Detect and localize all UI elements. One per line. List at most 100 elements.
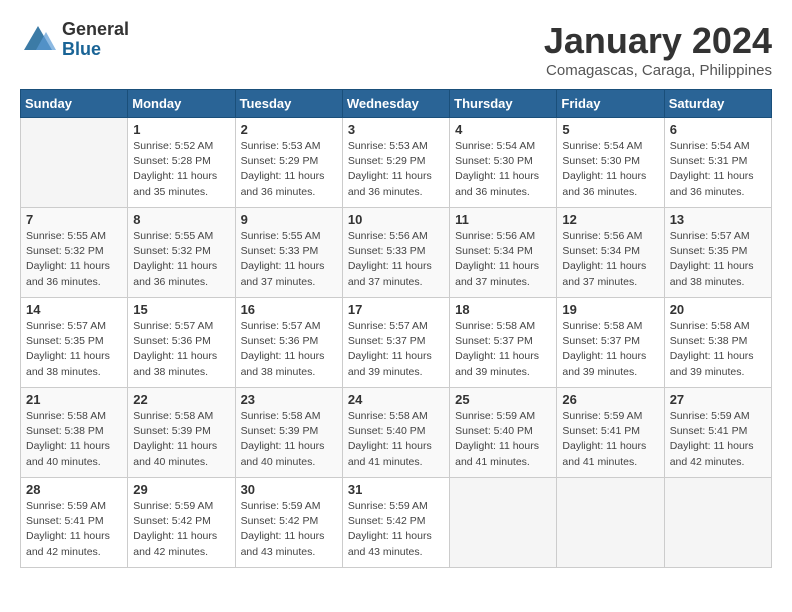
calendar-cell: 7Sunrise: 5:55 AM Sunset: 5:32 PM Daylig… [21,208,128,298]
day-number: 22 [133,392,229,407]
day-number: 28 [26,482,122,497]
day-info: Sunrise: 5:57 AM Sunset: 5:36 PM Dayligh… [133,319,229,380]
day-info: Sunrise: 5:56 AM Sunset: 5:34 PM Dayligh… [562,229,658,290]
logo-general-text: General [62,20,129,40]
weekday-header: Friday [557,90,664,118]
calendar-week-row: 14 Sunrise: 5:57 AM Sunset: 5:35 PM Dayli… [21,298,772,388]
day-number: 21 [26,392,122,407]
subtitle: Comagascas, Caraga, Philippines [544,62,772,79]
day-number: 24 [348,392,444,407]
calendar-cell: 8 Sunrise: 5:55 AM Sunset: 5:32 PM Daylig… [128,208,235,298]
calendar-cell: 9 Sunrise: 5:55 AM Sunset: 5:33 PM Daylig… [235,208,342,298]
day-info: Sunrise: 5:54 AM Sunset: 5:30 PM Dayligh… [455,139,551,200]
calendar-cell: 14 Sunrise: 5:57 AM Sunset: 5:35 PM Dayli… [21,298,128,388]
day-number: 10 [348,212,444,227]
calendar-cell: 28 Sunrise: 5:59 AM Sunset: 5:41 PM Dayli… [21,478,128,568]
weekday-header: Tuesday [235,90,342,118]
calendar-cell [557,478,664,568]
day-info: Sunrise: 5:59 AM Sunset: 5:41 PM Dayligh… [670,409,766,470]
weekday-header: Saturday [664,90,771,118]
day-number: 23 [241,392,337,407]
day-info: Sunrise: 5:57 AM Sunset: 5:35 PM Dayligh… [670,229,766,290]
calendar-cell: 6 Sunrise: 5:54 AM Sunset: 5:31 PM Daylig… [664,118,771,208]
day-info: Sunrise: 5:54 AM Sunset: 5:30 PM Dayligh… [562,139,658,200]
calendar-cell [450,478,557,568]
calendar-cell [664,478,771,568]
day-number: 15 [133,302,229,317]
calendar-cell: 2 Sunrise: 5:53 AM Sunset: 5:29 PM Daylig… [235,118,342,208]
day-info: Sunrise: 5:58 AM Sunset: 5:39 PM Dayligh… [133,409,229,470]
day-info: Sunrise: 5:58 AM Sunset: 5:37 PM Dayligh… [455,319,551,380]
title-block: January 2024 Comagascas, Caraga, Philipp… [544,20,772,79]
weekday-header: Monday [128,90,235,118]
day-info: Sunrise: 5:52 AM Sunset: 5:28 PM Dayligh… [133,139,229,200]
day-number: 2 [241,122,337,137]
calendar-cell: 25Sunrise: 5:59 AM Sunset: 5:40 PM Dayli… [450,388,557,478]
day-number: 9 [241,212,337,227]
calendar-cell: 4 Sunrise: 5:54 AM Sunset: 5:30 PM Daylig… [450,118,557,208]
day-number: 18 [455,302,551,317]
calendar-cell: 30 Sunrise: 5:59 AM Sunset: 5:42 PM Dayli… [235,478,342,568]
day-info: Sunrise: 5:59 AM Sunset: 5:41 PM Dayligh… [26,499,122,560]
calendar-cell: 31 Sunrise: 5:59 AM Sunset: 5:42 PM Dayli… [342,478,449,568]
day-number: 4 [455,122,551,137]
day-number: 13 [670,212,766,227]
day-number: 30 [241,482,337,497]
weekday-header: Thursday [450,90,557,118]
day-number: 7 [26,212,122,227]
calendar-week-row: 21 Sunrise: 5:58 AM Sunset: 5:38 PM Dayli… [21,388,772,478]
calendar-cell: 1 Sunrise: 5:52 AM Sunset: 5:28 PM Daylig… [128,118,235,208]
calendar-table: SundayMondayTuesdayWednesdayThursdayFrid… [20,89,772,568]
calendar-cell: 26Sunrise: 5:59 AM Sunset: 5:41 PM Dayli… [557,388,664,478]
day-number: 27 [670,392,766,407]
day-number: 6 [670,122,766,137]
calendar-cell: 20 Sunrise: 5:58 AM Sunset: 5:38 PM Dayli… [664,298,771,388]
calendar-cell: 3Sunrise: 5:53 AM Sunset: 5:29 PM Daylig… [342,118,449,208]
day-number: 20 [670,302,766,317]
day-info: Sunrise: 5:53 AM Sunset: 5:29 PM Dayligh… [241,139,337,200]
day-info: Sunrise: 5:58 AM Sunset: 5:37 PM Dayligh… [562,319,658,380]
day-number: 14 [26,302,122,317]
day-number: 26 [562,392,658,407]
day-number: 1 [133,122,229,137]
calendar-cell: 10Sunrise: 5:56 AM Sunset: 5:33 PM Dayli… [342,208,449,298]
logo: General Blue [20,20,129,60]
calendar-cell [21,118,128,208]
calendar-cell: 11Sunrise: 5:56 AM Sunset: 5:34 PM Dayli… [450,208,557,298]
calendar-cell: 21 Sunrise: 5:58 AM Sunset: 5:38 PM Dayli… [21,388,128,478]
day-info: Sunrise: 5:58 AM Sunset: 5:38 PM Dayligh… [26,409,122,470]
calendar-header: SundayMondayTuesdayWednesdayThursdayFrid… [21,90,772,118]
calendar-week-row: 28 Sunrise: 5:59 AM Sunset: 5:41 PM Dayli… [21,478,772,568]
day-info: Sunrise: 5:59 AM Sunset: 5:42 PM Dayligh… [241,499,337,560]
day-number: 17 [348,302,444,317]
day-number: 16 [241,302,337,317]
day-info: Sunrise: 5:57 AM Sunset: 5:36 PM Dayligh… [241,319,337,380]
day-info: Sunrise: 5:58 AM Sunset: 5:38 PM Dayligh… [670,319,766,380]
calendar-cell: 24Sunrise: 5:58 AM Sunset: 5:40 PM Dayli… [342,388,449,478]
day-info: Sunrise: 5:55 AM Sunset: 5:32 PM Dayligh… [133,229,229,290]
day-info: Sunrise: 5:59 AM Sunset: 5:42 PM Dayligh… [133,499,229,560]
day-info: Sunrise: 5:55 AM Sunset: 5:33 PM Dayligh… [241,229,337,290]
calendar-cell: 5 Sunrise: 5:54 AM Sunset: 5:30 PM Daylig… [557,118,664,208]
calendar-cell: 18 Sunrise: 5:58 AM Sunset: 5:37 PM Dayli… [450,298,557,388]
calendar-cell: 17Sunrise: 5:57 AM Sunset: 5:37 PM Dayli… [342,298,449,388]
day-number: 31 [348,482,444,497]
page-header: General Blue January 2024 Comagascas, Ca… [20,20,772,79]
day-number: 19 [562,302,658,317]
calendar-week-row: 7 Sunrise: 5:55 AM Sunset: 5:32 PM Daylig… [21,208,772,298]
day-number: 8 [133,212,229,227]
calendar-cell: 29Sunrise: 5:59 AM Sunset: 5:42 PM Dayli… [128,478,235,568]
main-title: January 2024 [544,20,772,62]
calendar-cell: 12 Sunrise: 5:56 AM Sunset: 5:34 PM Dayli… [557,208,664,298]
day-info: Sunrise: 5:59 AM Sunset: 5:40 PM Dayligh… [455,409,551,470]
day-info: Sunrise: 5:57 AM Sunset: 5:35 PM Dayligh… [26,319,122,380]
day-info: Sunrise: 5:59 AM Sunset: 5:42 PM Dayligh… [348,499,444,560]
calendar-cell: 16 Sunrise: 5:57 AM Sunset: 5:36 PM Dayli… [235,298,342,388]
day-number: 5 [562,122,658,137]
day-info: Sunrise: 5:53 AM Sunset: 5:29 PM Dayligh… [348,139,444,200]
day-info: Sunrise: 5:54 AM Sunset: 5:31 PM Dayligh… [670,139,766,200]
day-info: Sunrise: 5:56 AM Sunset: 5:34 PM Dayligh… [455,229,551,290]
calendar-cell: 15 Sunrise: 5:57 AM Sunset: 5:36 PM Dayli… [128,298,235,388]
day-number: 12 [562,212,658,227]
day-info: Sunrise: 5:58 AM Sunset: 5:39 PM Dayligh… [241,409,337,470]
